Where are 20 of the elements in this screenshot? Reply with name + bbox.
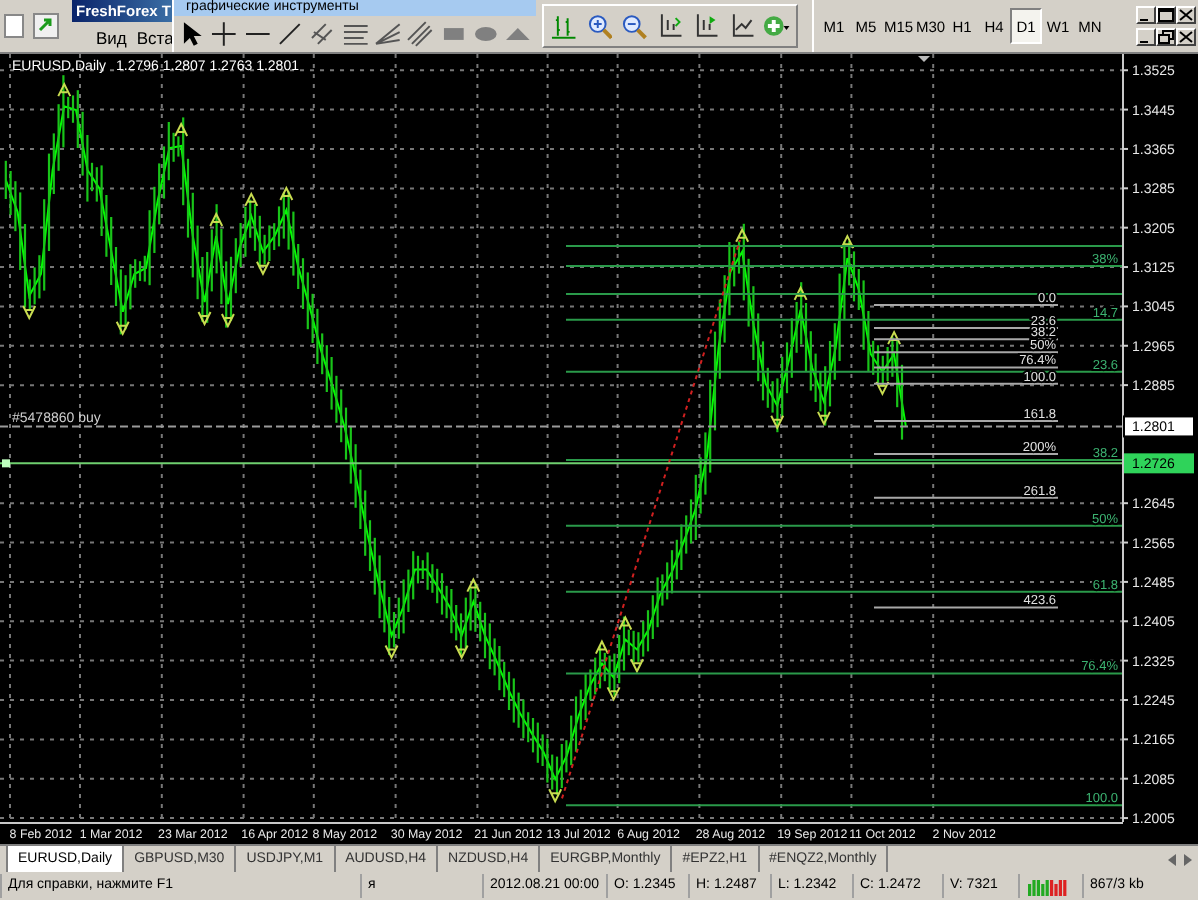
- scroll-left-icon[interactable]: [1168, 853, 1176, 865]
- crosshair-icon[interactable]: [210, 20, 239, 48]
- trend-line-icon[interactable]: [275, 20, 304, 48]
- zoom-in-icon[interactable]: [585, 12, 613, 40]
- chart-shift-icon[interactable]: [656, 12, 684, 40]
- autoscroll-icon[interactable]: [691, 12, 720, 40]
- bar-chart-icon[interactable]: [550, 12, 578, 40]
- menu-item[interactable]: Вста: [136, 28, 174, 48]
- fibonacci-icon[interactable]: [341, 20, 369, 48]
- indicator-icon[interactable]: [727, 12, 755, 40]
- position-marker: [2, 459, 10, 468]
- cursor-icon[interactable]: [178, 20, 206, 48]
- zoom-out-icon[interactable]: [620, 12, 649, 40]
- scroll-right-icon[interactable]: [1184, 853, 1192, 865]
- connection-bars-icon: [1028, 877, 1068, 895]
- menu-item[interactable]: Вид: [96, 28, 127, 48]
- parallel-lines-icon[interactable]: [406, 20, 434, 48]
- channel-icon[interactable]: [308, 20, 337, 48]
- window-icon[interactable]: [4, 14, 24, 38]
- fan-icon[interactable]: [373, 20, 402, 48]
